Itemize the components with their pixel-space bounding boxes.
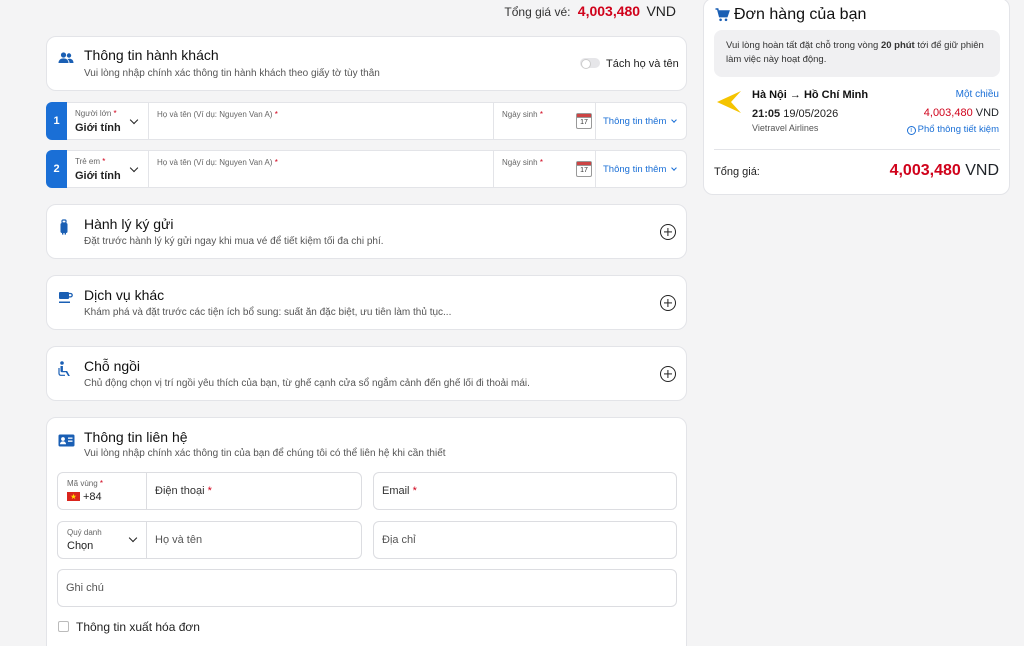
vietravel-airlines-logo <box>717 91 741 113</box>
contact-subtitle: Vui lòng nhập chính xác thông tin của bạ… <box>84 448 446 459</box>
gender-value: Giới tính <box>75 170 121 182</box>
chevron-down-icon <box>129 115 139 125</box>
calendar-icon[interactable]: 17 <box>576 161 592 177</box>
seats-subtitle: Chủ động chọn vị trí ngồi yêu thích của … <box>84 378 530 389</box>
shopping-cart-icon <box>715 8 730 22</box>
total-fare-amount: 4,003,480 <box>577 3 641 19</box>
title-name-group: Quý danh Chọn Họ và tên <box>57 521 362 559</box>
services-subtitle: Khám phá và đặt trước các tiện ích bổ su… <box>84 307 452 318</box>
phone-group: Mã vùng * +84 Điện thoại * <box>57 472 362 510</box>
passenger-number: 1 <box>46 102 67 140</box>
more-info-toggle[interactable]: Thông tin thêm <box>595 103 687 139</box>
add-seats-icon[interactable] <box>660 366 676 382</box>
divider <box>714 149 1000 150</box>
email-label: Email <box>382 485 410 497</box>
seats-title: Chỗ ngồi <box>84 358 141 374</box>
gender-select[interactable]: Người lớn * Giới tính <box>67 103 148 139</box>
baggage-card[interactable]: Hành lý ký gửi Đặt trước hành lý ký gửi … <box>46 204 687 259</box>
invoice-checkbox[interactable] <box>58 621 69 632</box>
address-label: Địa chỉ <box>382 534 416 546</box>
salutation-value: Chọn <box>67 540 94 552</box>
more-info-toggle[interactable]: Thông tin thêm <box>595 151 687 187</box>
full-name-placeholder: Họ và tên (Ví dụ: Nguyen Van A) <box>157 110 273 119</box>
calendar-icon[interactable]: 17 <box>576 113 592 129</box>
email-input[interactable]: Email * <box>373 472 677 510</box>
people-icon <box>58 52 74 63</box>
area-code-select[interactable]: Mã vùng * +84 <box>58 473 147 509</box>
order-total-amount: 4,003,480 <box>889 162 961 179</box>
session-notice: Vui lòng hoàn tất đặt chỗ trong vòng 20 … <box>714 30 1000 77</box>
split-name-label: Tách họ và tên <box>606 58 679 70</box>
seat-icon <box>58 361 70 376</box>
chevron-down-icon <box>128 533 138 543</box>
full-name-input[interactable]: Họ và tên (Ví dụ: Nguyen Van A) * <box>148 103 493 139</box>
invoice-label: Thông tin xuất hóa đơn <box>76 620 200 634</box>
address-input[interactable]: Địa chỉ <box>373 521 677 559</box>
gender-select[interactable]: Trẻ em * Giới tính <box>67 151 148 187</box>
chevron-down-icon <box>129 163 139 173</box>
chevron-down-icon <box>671 117 677 123</box>
dob-label: Ngày sinh <box>502 158 538 167</box>
passenger-type-label: Người lớn <box>75 109 112 118</box>
order-total: 4,003,480 VND <box>890 162 999 180</box>
note-input[interactable]: Ghi chú <box>57 569 677 607</box>
coffee-cup-icon <box>59 292 73 303</box>
contact-title: Thông tin liên hệ <box>84 429 188 445</box>
area-code-label: Mã vùng <box>67 479 98 488</box>
phone-input[interactable]: Điện thoại * <box>155 485 212 497</box>
order-title: Đơn hàng của bạn <box>734 6 867 23</box>
add-baggage-icon[interactable] <box>660 224 676 240</box>
baggage-title: Hành lý ký gửi <box>84 216 174 232</box>
order-total-currency: VND <box>965 162 999 179</box>
contact-name-input[interactable]: Họ và tên <box>155 534 202 546</box>
order-summary-card: Đơn hàng của bạn Vui lòng hoàn tất đặt c… <box>703 0 1010 195</box>
passenger-row-1: 1 Người lớn * Giới tính Họ và tên (Ví dụ… <box>46 102 687 140</box>
more-info-label: Thông tin thêm <box>603 116 667 127</box>
salutation-select[interactable]: Quý danh Chọn <box>58 522 147 558</box>
passenger-info-title: Thông tin hành khách <box>84 47 219 63</box>
passenger-info-subtitle: Vui lòng nhập chính xác thông tin hành k… <box>84 68 380 79</box>
salutation-label: Quý danh <box>67 528 102 537</box>
fare-details-link[interactable]: i Phổ thông tiết kiệm <box>906 124 999 135</box>
luggage-icon <box>60 219 68 235</box>
passenger-type-label: Trẻ em <box>75 157 101 166</box>
flight-route: Hà Nội → Hồ Chí Minh <box>752 89 869 101</box>
note-label: Ghi chú <box>66 582 104 594</box>
services-title: Dịch vụ khác <box>84 287 165 303</box>
contact-card-icon <box>58 434 75 447</box>
departure-date: 19/05/2026 <box>783 108 839 120</box>
full-name-placeholder: Họ và tên (Ví dụ: Nguyen Van A) <box>157 158 273 167</box>
trip-type: Một chiều <box>955 89 999 100</box>
passenger-number: 2 <box>46 150 67 188</box>
airline-name: Vietravel Airlines <box>752 123 819 133</box>
services-card[interactable]: Dịch vụ khác Khám phá và đặt trước các t… <box>46 275 687 330</box>
gender-value: Giới tính <box>75 122 121 134</box>
contact-card: Thông tin liên hệ Vui lòng nhập chính xá… <box>46 417 687 646</box>
total-fare-currency: VND <box>646 3 676 19</box>
notice-timer: 20 phút <box>880 40 915 51</box>
dob-label: Ngày sinh <box>502 110 538 119</box>
vietnam-flag-icon <box>67 492 80 501</box>
info-icon: i <box>906 126 916 135</box>
dob-input[interactable]: Ngày sinh * 17 <box>493 103 595 139</box>
total-fare-header: Tổng giá vé: 4,003,480 VND <box>504 3 676 19</box>
flight-price: 4,003,480 VND <box>923 107 999 119</box>
add-services-icon[interactable] <box>660 295 676 311</box>
departure-time: 21:05 <box>752 108 781 120</box>
departure-datetime: 21:05 19/05/2026 <box>752 108 838 120</box>
total-fare-label: Tổng giá vé: <box>504 5 571 19</box>
passenger-info-card: Thông tin hành khách Vui lòng nhập chính… <box>46 36 687 91</box>
dob-input[interactable]: Ngày sinh * 17 <box>493 151 595 187</box>
split-name-toggle[interactable] <box>580 58 600 69</box>
baggage-subtitle: Đặt trước hành lý ký gửi ngay khi mua vé… <box>84 236 384 247</box>
passenger-row-2: 2 Trẻ em * Giới tính Họ và tên (Ví dụ: N… <box>46 150 687 188</box>
chevron-down-icon <box>671 165 677 171</box>
full-name-input[interactable]: Họ và tên (Ví dụ: Nguyen Van A) * <box>148 151 493 187</box>
more-info-label: Thông tin thêm <box>603 164 667 175</box>
area-code-value: +84 <box>83 491 102 503</box>
order-total-label: Tổng giá: <box>714 166 760 178</box>
seats-card[interactable]: Chỗ ngồi Chủ động chọn vị trí ngồi yêu t… <box>46 346 687 401</box>
